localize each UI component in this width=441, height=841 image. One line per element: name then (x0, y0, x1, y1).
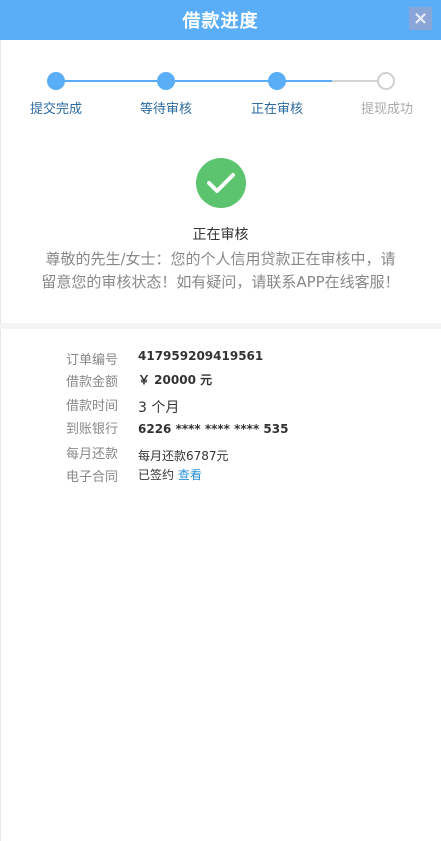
monthly-value: 每月还款6787元 (138, 449, 229, 463)
detail-row-contract: 电子合同 已签约 查看 (0, 466, 441, 488)
step-label-withdrawn: 提现成功 (360, 102, 413, 117)
detail-row-monthly: 每月还款 每月还款6787元 (0, 443, 441, 465)
step-label-submitted: 提交完成 (29, 102, 82, 117)
detail-row-amount: 借款金额 ￥ 20000 元 (0, 371, 441, 393)
status-section: 正在审核 尊敬的先生/女士：您的个人信用贷款正在审核中，请留意您的审核状态！如有… (0, 158, 441, 294)
page-title: 借款进度 (182, 11, 259, 32)
detail-label: 到账银行 (65, 422, 118, 437)
close-icon: × (412, 7, 429, 29)
progress-stepper: 提交完成 等待审核 正在审核 提现成功 (0, 40, 441, 120)
detail-row-term: 借款时间 3 个月 (0, 395, 441, 417)
detail-label: 每月还款 (65, 447, 118, 462)
detail-label: 借款时间 (65, 399, 118, 414)
detail-row-bank: 到账银行 6226 **** **** **** 535 (0, 418, 441, 440)
status-description: 尊敬的先生/女士：您的个人信用贷款正在审核中，请留意您的审核状态！如有疑问，请联… (41, 250, 400, 291)
detail-label: 借款金额 (65, 375, 118, 390)
amount-value: ￥ 20000 元 (138, 373, 213, 387)
contract-value: 已签约 查看 (138, 466, 202, 483)
view-contract-link[interactable]: 查看 (178, 468, 202, 482)
progress-track-1 (56, 80, 166, 82)
section-divider (0, 323, 441, 329)
close-button[interactable]: × (409, 7, 432, 30)
status-title: 正在审核 (192, 227, 249, 243)
bank-value: 6226 **** **** **** 535 (138, 422, 289, 436)
step-dot-submitted (47, 72, 65, 90)
term-value: 3 个月 (138, 400, 180, 416)
step-dot-reviewing (268, 72, 286, 90)
detail-row-order-number: 订单编号 417959209419561 (0, 349, 441, 371)
header-bar: 借款进度 × (0, 0, 441, 40)
step-label-waiting: 等待审核 (139, 102, 192, 117)
detail-label: 电子合同 (65, 470, 118, 485)
progress-track-2 (166, 80, 277, 82)
step-dot-withdrawn (377, 72, 395, 90)
detail-label: 订单编号 (65, 353, 118, 368)
contract-status: 已签约 (138, 468, 175, 482)
step-dot-waiting (157, 72, 175, 90)
order-number-value: 417959209419561 (138, 349, 264, 363)
step-label-reviewing: 正在审核 (250, 102, 303, 117)
check-icon (195, 158, 246, 208)
